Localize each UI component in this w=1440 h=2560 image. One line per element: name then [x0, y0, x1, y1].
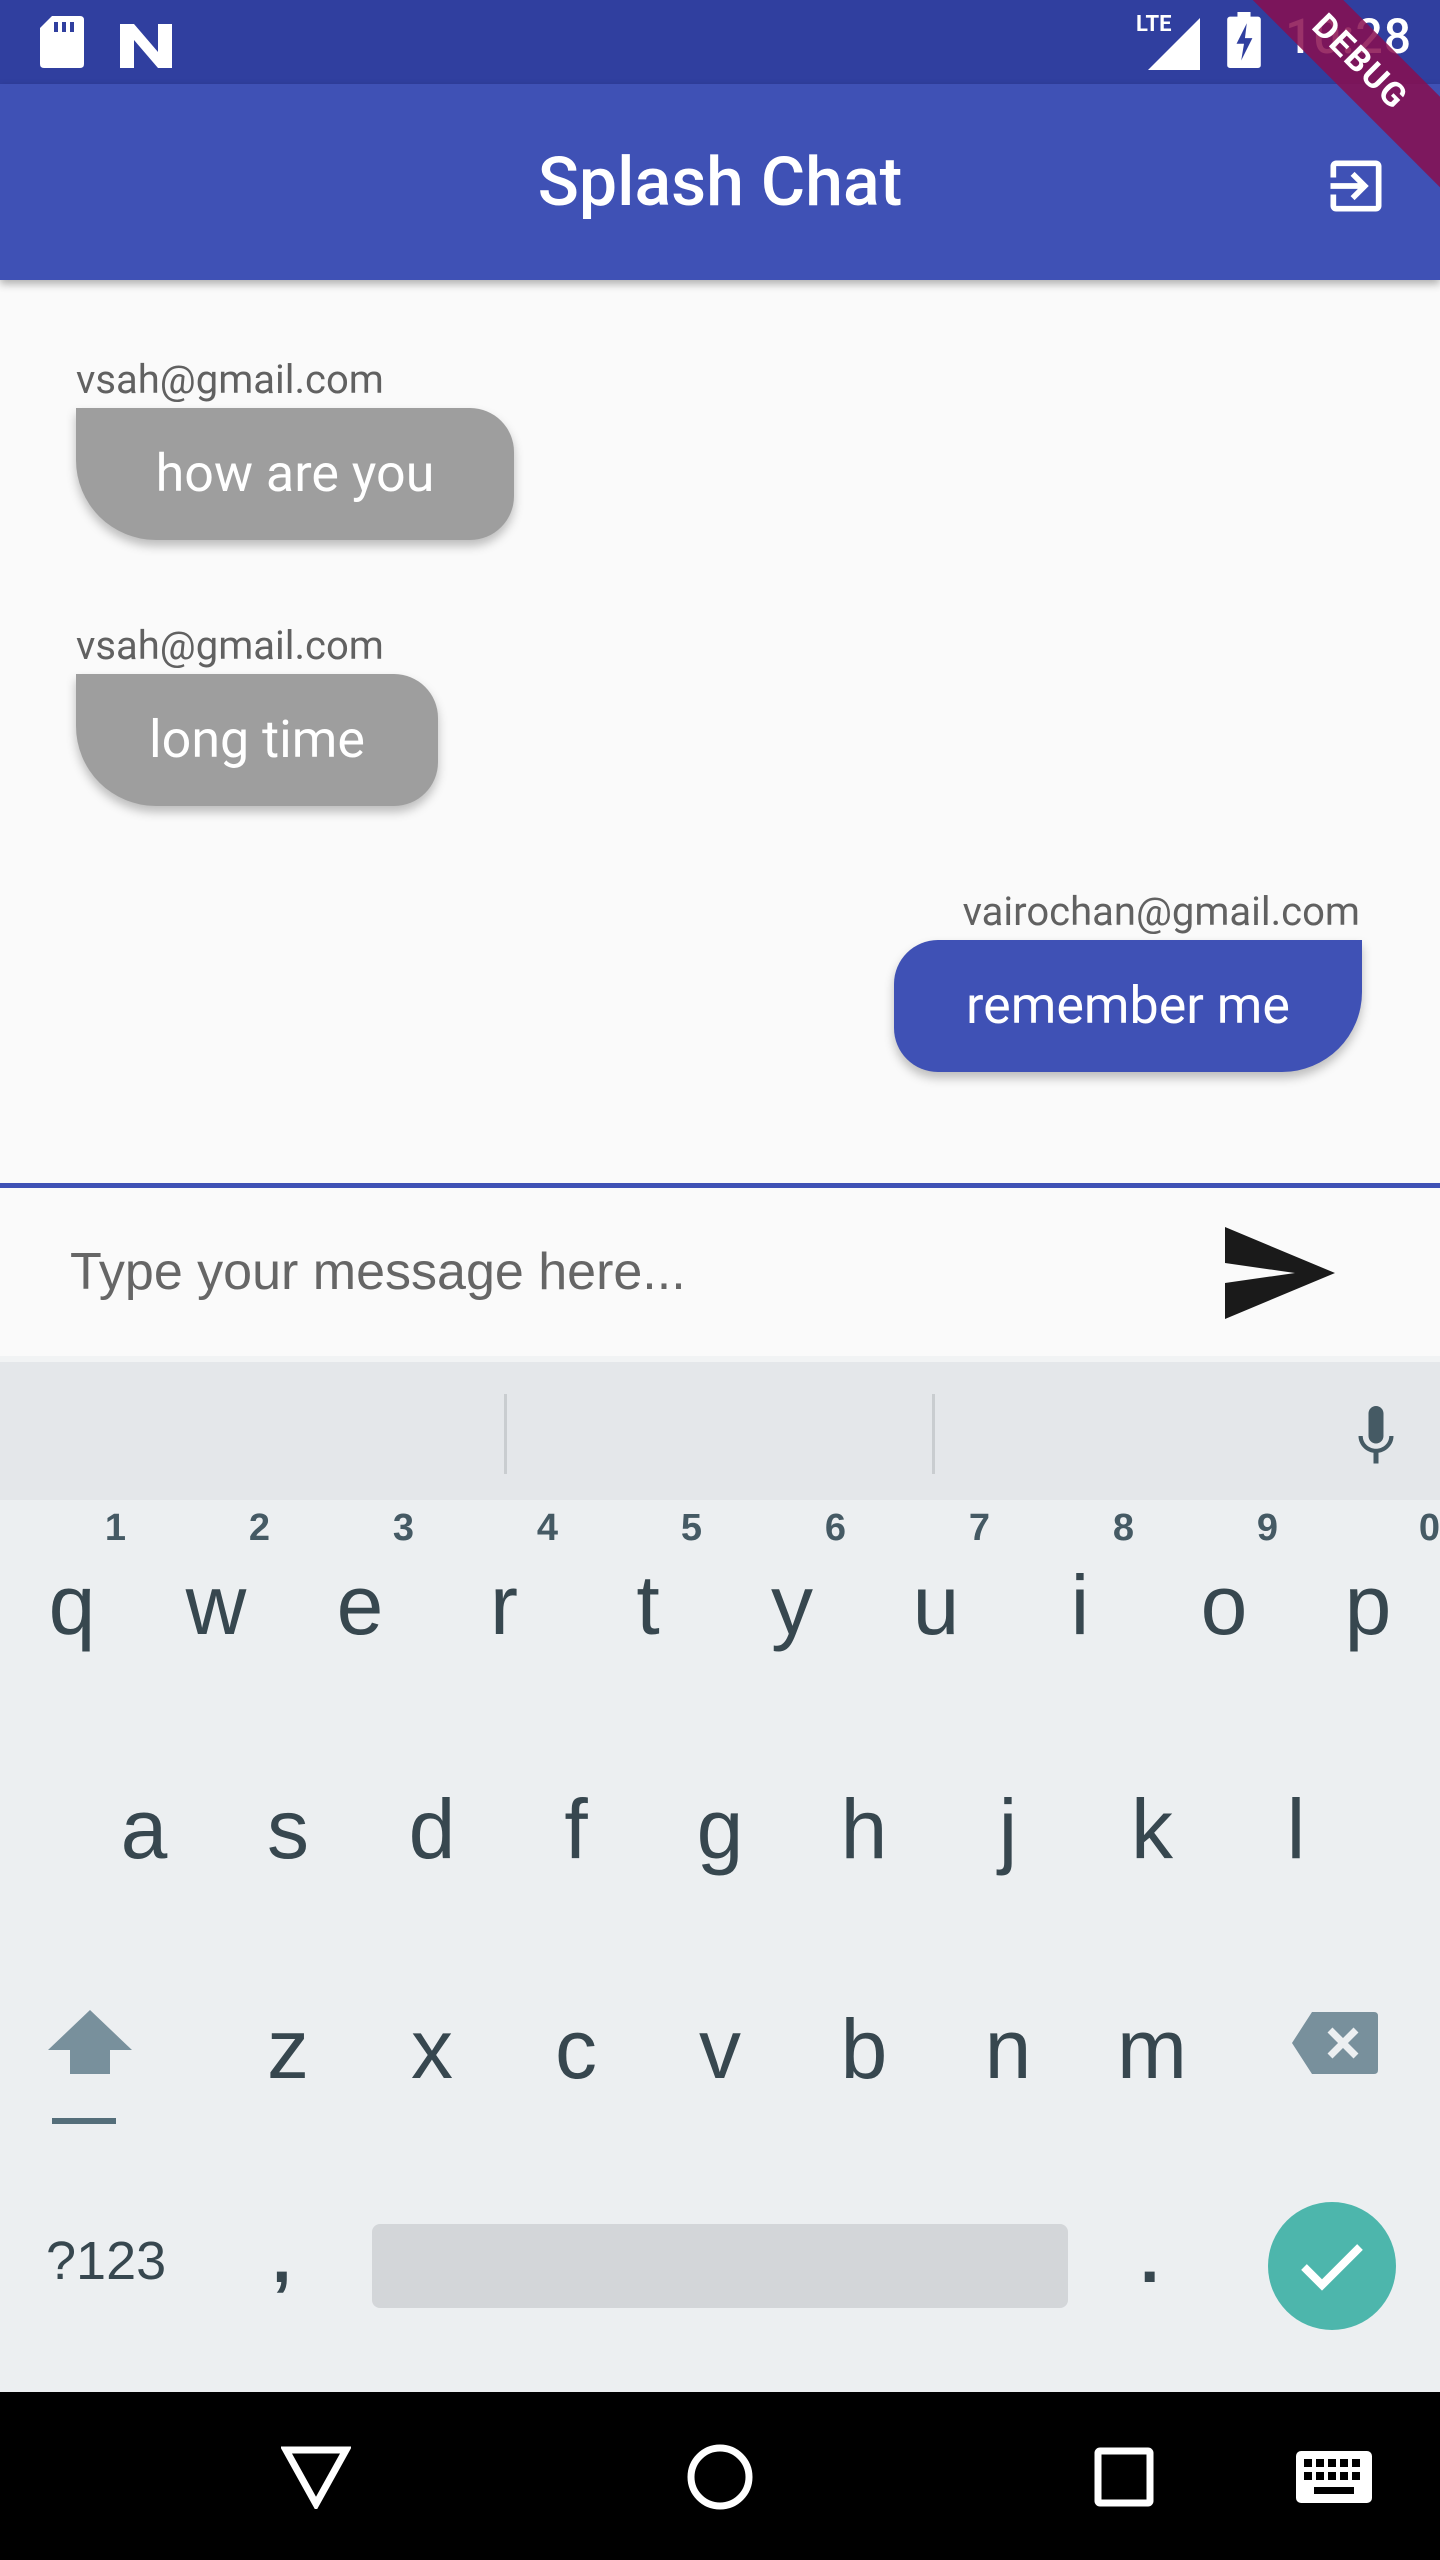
key-s[interactable]: s	[216, 1724, 360, 1934]
microphone-icon[interactable]	[1346, 1400, 1406, 1472]
key-m[interactable]: m	[1080, 1944, 1224, 2154]
key-label: q	[48, 1558, 96, 1652]
key-label: o	[1200, 1558, 1248, 1652]
message-input[interactable]	[70, 1212, 1170, 1332]
exit-to-app-icon	[1330, 160, 1382, 212]
key-label: e	[336, 1558, 384, 1652]
key-j[interactable]: j	[936, 1724, 1080, 1934]
key-r[interactable]: 4r	[432, 1500, 576, 1710]
back-triangle-icon	[281, 2446, 351, 2509]
key-l[interactable]: l	[1224, 1724, 1368, 1934]
key-label: x	[411, 2002, 453, 2096]
send-button[interactable]	[1220, 1218, 1340, 1328]
keyboard-switcher-button[interactable]	[1284, 2432, 1384, 2522]
key-b[interactable]: b	[792, 1944, 936, 2154]
key-label: l	[1286, 1782, 1306, 1876]
key-label: w	[185, 1558, 247, 1652]
send-icon	[1225, 1227, 1335, 1319]
key-label: j	[998, 1782, 1018, 1876]
key-v[interactable]: v	[648, 1944, 792, 2154]
key-p[interactable]: 0p	[1296, 1500, 1440, 1710]
key-label: n	[984, 2002, 1032, 2096]
home-circle-icon	[687, 2444, 753, 2510]
key-t[interactable]: 5t	[576, 1500, 720, 1710]
key-q[interactable]: 1q	[0, 1500, 144, 1710]
shift-arrow-icon	[48, 2010, 132, 2124]
message-list[interactable]: vsah@gmail.com how are you vsah@gmail.co…	[0, 280, 1440, 1184]
compose-bar	[0, 1188, 1440, 1356]
check-icon	[1301, 2244, 1363, 2291]
key-label: y	[771, 1558, 813, 1652]
key-h[interactable]: h	[792, 1724, 936, 1934]
key-i[interactable]: 8i	[1008, 1500, 1152, 1710]
done-key[interactable]	[1268, 2202, 1396, 2330]
key-n[interactable]: n	[936, 1944, 1080, 2154]
key-label: c	[555, 2002, 597, 2096]
key-c[interactable]: c	[504, 1944, 648, 2154]
key-z[interactable]: z	[216, 1944, 360, 2154]
suggestion-strip	[0, 1356, 1440, 1500]
key-label: d	[408, 1782, 456, 1876]
shift-key[interactable]	[40, 1990, 160, 2140]
message-sender: vsah@gmail.com	[76, 622, 384, 669]
recents-square-icon	[1094, 2447, 1154, 2507]
key-label: a	[120, 1782, 168, 1876]
key-label: v	[699, 2002, 741, 2096]
key-x[interactable]: x	[360, 1944, 504, 2154]
notification-n-icon	[120, 24, 172, 68]
key-label: u	[912, 1558, 960, 1652]
message-bubble: remember me	[894, 940, 1362, 1072]
key-w[interactable]: 2w	[144, 1500, 288, 1710]
period-key[interactable]: .	[1140, 2218, 1159, 2298]
suggestion-divider	[504, 1394, 507, 1474]
app-bar: Splash Chat	[0, 84, 1440, 280]
status-bar: LTE 10:28	[0, 0, 1440, 84]
recents-button[interactable]	[1074, 2432, 1174, 2522]
key-label: m	[1117, 2002, 1187, 2096]
system-nav-bar	[0, 2392, 1440, 2560]
key-label: t	[636, 1558, 660, 1652]
key-f[interactable]: f	[504, 1724, 648, 1934]
key-a[interactable]: a	[72, 1724, 216, 1934]
backspace-icon	[1292, 2012, 1378, 2074]
back-button[interactable]	[266, 2432, 366, 2522]
key-label: g	[696, 1782, 744, 1876]
backspace-key[interactable]	[1290, 2010, 1390, 2080]
key-label: b	[840, 2002, 888, 2096]
space-bar[interactable]	[372, 2224, 1068, 2308]
key-e[interactable]: 3e	[288, 1500, 432, 1710]
key-label: f	[564, 1782, 588, 1876]
key-label: s	[267, 1782, 309, 1876]
sd-card-icon	[40, 16, 84, 68]
key-label: r	[490, 1558, 518, 1652]
key-u[interactable]: 7u	[864, 1500, 1008, 1710]
key-y[interactable]: 6y	[720, 1500, 864, 1710]
key-label: i	[1070, 1558, 1090, 1652]
suggestion-divider	[932, 1394, 935, 1474]
message-sender: vairochan@gmail.com	[962, 888, 1360, 935]
logout-button[interactable]	[1310, 140, 1402, 232]
key-label: z	[267, 2002, 309, 2096]
key-g[interactable]: g	[648, 1724, 792, 1934]
signal-icon	[1148, 18, 1200, 70]
message-sender: vsah@gmail.com	[76, 356, 384, 403]
key-label: h	[840, 1782, 888, 1876]
battery-charging-icon	[1227, 12, 1261, 68]
comma-key[interactable]: ,	[272, 2218, 291, 2298]
key-label: p	[1344, 1558, 1392, 1652]
key-label: k	[1131, 1782, 1173, 1876]
key-k[interactable]: k	[1080, 1724, 1224, 1934]
app-title: Splash Chat	[537, 142, 903, 222]
home-button[interactable]	[670, 2432, 770, 2522]
message-bubble: long time	[76, 674, 438, 806]
symbols-key[interactable]: ?123	[46, 2230, 166, 2292]
key-d[interactable]: d	[360, 1724, 504, 1934]
keyboard-icon	[1296, 2451, 1372, 2503]
message-bubble: how are you	[76, 408, 514, 540]
key-o[interactable]: 9o	[1152, 1500, 1296, 1710]
